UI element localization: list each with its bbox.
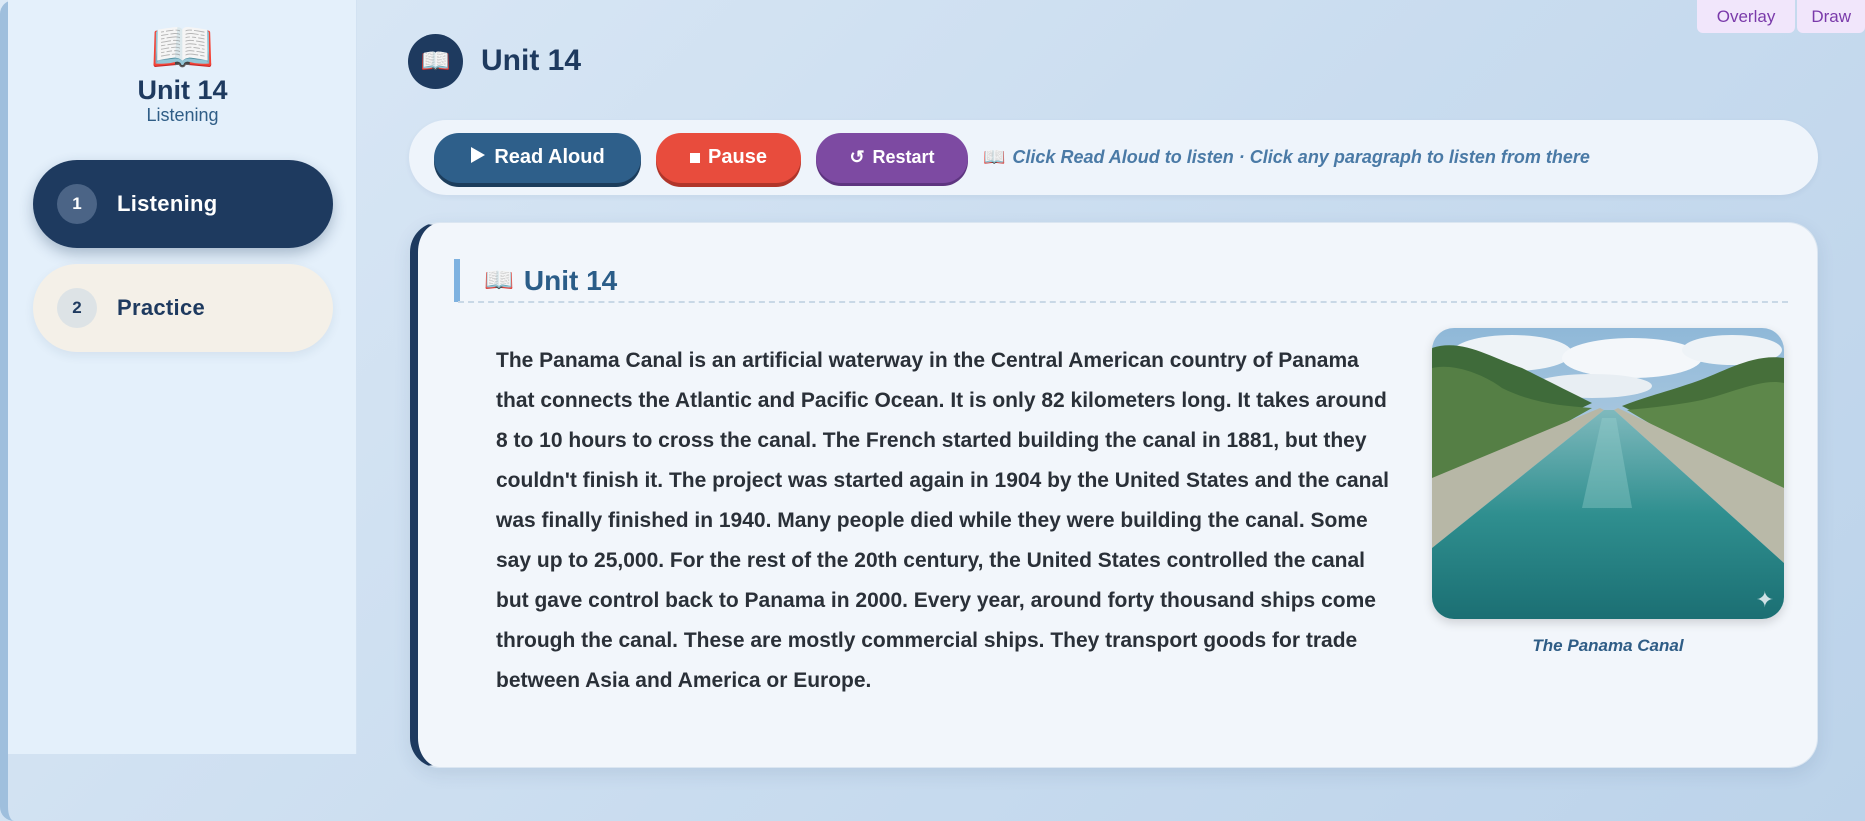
open-book-icon: 📖 (484, 267, 514, 294)
reading-card: 📖 Unit 14 The Panama Canal is an artific… (410, 222, 1818, 768)
divider (458, 301, 1788, 303)
pause-label: Pause (708, 146, 767, 168)
reading-paragraph[interactable]: The Panama Canal is an artificial waterw… (496, 341, 1396, 701)
sidebar-item-label: Listening (117, 191, 218, 216)
image-caption: The Panama Canal (1532, 636, 1684, 655)
step-number-badge: 2 (57, 288, 97, 328)
sidebar-title: Unit 14 (137, 75, 228, 105)
page-title: Unit 14 (481, 44, 582, 77)
audio-toolbar: Read Aloud Pause ↺ Restart 📖 Click Read … (409, 120, 1818, 195)
restart-label: Restart (872, 147, 935, 167)
stop-square-icon (690, 146, 701, 169)
overlay-button[interactable]: Overlay (1696, 0, 1796, 33)
sidebar-item-practice[interactable]: 2 Practice (33, 264, 333, 352)
play-icon (470, 146, 486, 170)
sidebar-brand: 📖 Unit 14 Listening (8, 22, 357, 126)
toolbar-hint: Click Read Aloud to listen · Click any p… (1012, 147, 1590, 167)
top-toggles: Overlay Draw (1696, 0, 1865, 33)
hint-book-icon: 📖 (983, 147, 1006, 167)
pause-button[interactable]: Pause (656, 132, 801, 183)
sidebar: 📖 Unit 14 Listening 1 Listening 2 Practi… (8, 0, 357, 754)
sidebar-item-label: Practice (117, 295, 206, 320)
restart-button[interactable]: ↺ Restart (816, 132, 968, 183)
open-book-icon: 📖 (150, 19, 215, 77)
canal-photo: ✦ (1432, 328, 1784, 619)
canal-figure: ✦ The Panama Canal (1432, 328, 1784, 656)
sidebar-subtitle: Listening (146, 105, 219, 125)
restart-icon: ↺ (849, 147, 865, 167)
draw-button[interactable]: Draw (1797, 0, 1865, 33)
header-book-icon: 📖 (408, 34, 463, 89)
read-aloud-label: Read Aloud (494, 146, 605, 168)
card-title: Unit 14 (523, 264, 618, 296)
step-number-badge: 1 (57, 184, 97, 224)
card-heading: 📖 Unit 14 (454, 259, 617, 302)
sparkle-icon: ✦ (1755, 587, 1774, 612)
read-aloud-button[interactable]: Read Aloud (434, 132, 641, 183)
sidebar-item-listening[interactable]: 1 Listening (33, 160, 333, 248)
